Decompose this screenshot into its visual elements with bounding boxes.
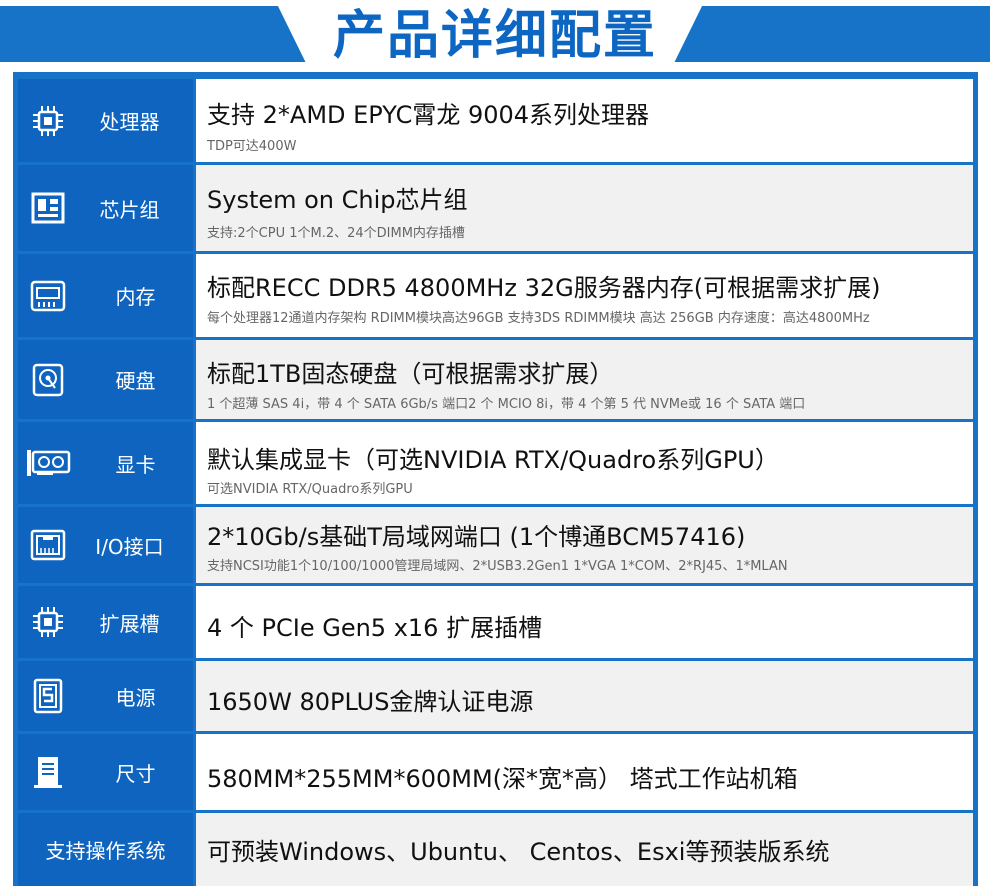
spec-row-os: 支持操作系统 可预装Windows、Ubuntu、 Centos、Esxi等预装… [18,813,973,886]
spec-content-cell: 4 个 PCIe Gen5 x16 扩展插槽 [196,586,973,658]
spec-main-text: 默认集成显卡（可选NVIDIA RTX/Quadro系列GPU） [207,446,779,474]
tower-chassis-icon [18,754,78,790]
spec-label: 内存 [115,285,156,309]
power-supply-icon [18,677,78,715]
spec-main-text: 标配RECC DDR5 4800MHz 32G服务器内存(可根据需求扩展) [207,274,881,302]
spec-main-text: 可预装Windows、Ubuntu、 Centos、Esxi等预装版系统 [207,838,830,866]
spec-label-cell: 硬盘 [18,340,193,419]
spec-label: 电源 [115,685,156,710]
spec-main-text: 2*10Gb/s基础T局域网端口 (1个博通BCM57416) [207,523,746,551]
spec-label: 芯片组 [99,197,160,222]
spec-label: 处理器 [99,110,160,134]
spec-sub-text: 支持NCSI功能1个10/100/1000管理局域网、2*USB3.2Gen1 … [207,559,788,574]
spec-main-text: System on Chip芯片组 [207,186,468,214]
spec-label: I/O接口 [95,534,164,559]
spec-content-cell: System on Chip芯片组 支持:2个CPU 1个M.2、24个DIMM… [196,165,973,251]
spec-label: 显卡 [115,452,156,477]
spec-label-cell: 处理器 [18,79,193,162]
graphics-card-icon [18,448,78,478]
spec-row-memory: 内存 标配RECC DDR5 4800MHz 32G服务器内存(可根据需求扩展)… [18,254,973,337]
spec-main-text: 标配1TB固态硬盘（可根据需求扩展） [207,360,614,388]
spec-label-cell: 内存 [18,254,193,337]
spec-row-cpu: 处理器 支持 2*AMD EPYC霄龙 9004系列处理器 TDP可达400W [18,79,973,162]
spec-main-text: 支持 2*AMD EPYC霄龙 9004系列处理器 [207,101,650,129]
spec-sub-text: 支持:2个CPU 1个M.2、24个DIMM内存插槽 [207,226,465,241]
spec-content-cell: 标配1TB固态硬盘（可根据需求扩展） 1 个超薄 SAS 4i，带 4 个 SA… [196,340,973,419]
page-title: 产品详细配置 [332,6,657,66]
spec-main-text: 1650W 80PLUS金牌认证电源 [207,688,534,716]
spec-sub-text: 每个处理器12通道内存架构 RDIMM模块高达96GB 支持3DS RDIMM模… [207,311,870,326]
spec-label-cell: 尺寸 [18,734,193,810]
spec-row-graphics: 显卡 默认集成显卡（可选NVIDIA RTX/Quadro系列GPU） 可选NV… [18,422,973,504]
spec-main-text: 4 个 PCIe Gen5 x16 扩展插槽 [207,614,543,642]
spec-label: 支持操作系统 [45,839,166,863]
cpu-icon [18,103,78,139]
spec-row-dimensions: 尺寸 580MM*255MM*600MM(深*宽*高） 塔式工作站机箱 [18,734,973,810]
spec-main-text: 580MM*255MM*600MM(深*宽*高） 塔式工作站机箱 [207,765,798,793]
spec-row-power: 电源 1650W 80PLUS金牌认证电源 [18,661,973,731]
spec-content-cell: 1650W 80PLUS金牌认证电源 [196,661,973,731]
spec-content-cell: 支持 2*AMD EPYC霄龙 9004系列处理器 TDP可达400W [196,79,973,162]
spec-label-cell: I/O接口 [18,507,193,583]
hard-disk-icon [18,362,78,398]
spec-content-cell: 标配RECC DDR5 4800MHz 32G服务器内存(可根据需求扩展) 每个… [196,254,973,337]
spec-sub-text: 可选NVIDIA RTX/Quadro系列GPU [207,482,413,497]
spec-row-chipset: 芯片组 System on Chip芯片组 支持:2个CPU 1个M.2、24个… [18,165,973,251]
spec-label: 硬盘 [115,369,156,393]
spec-label: 尺寸 [115,761,156,786]
spec-label: 扩展槽 [99,611,160,636]
spec-label-cell: 支持操作系统 [18,813,193,886]
cpu-icon [18,604,78,640]
spec-row-expansion: 扩展槽 4 个 PCIe Gen5 x16 扩展插槽 [18,586,973,658]
motherboard-icon [18,191,78,225]
spec-content-cell: 2*10Gb/s基础T局域网端口 (1个博通BCM57416) 支持NCSI功能… [196,507,973,583]
spec-content-cell: 可预装Windows、Ubuntu、 Centos、Esxi等预装版系统 [196,813,973,886]
spec-sub-text: 1 个超薄 SAS 4i，带 4 个 SATA 6Gb/s 端口2 个 MCIO… [207,397,806,412]
spec-row-storage: 硬盘 标配1TB固态硬盘（可根据需求扩展） 1 个超薄 SAS 4i，带 4 个… [18,340,973,419]
spec-content-cell: 580MM*255MM*600MM(深*宽*高） 塔式工作站机箱 [196,734,973,810]
memory-icon [18,279,78,313]
spec-sub-text: TDP可达400W [207,139,297,154]
spec-content-cell: 默认集成显卡（可选NVIDIA RTX/Quadro系列GPU） 可选NVIDI… [196,422,973,504]
spec-label-cell: 扩展槽 [18,586,193,658]
ethernet-port-icon [18,528,78,562]
spec-label-cell: 显卡 [18,422,193,504]
spec-label-cell: 芯片组 [18,165,193,251]
spec-row-io: I/O接口 2*10Gb/s基础T局域网端口 (1个博通BCM57416) 支持… [18,507,973,583]
spec-label-cell: 电源 [18,661,193,731]
